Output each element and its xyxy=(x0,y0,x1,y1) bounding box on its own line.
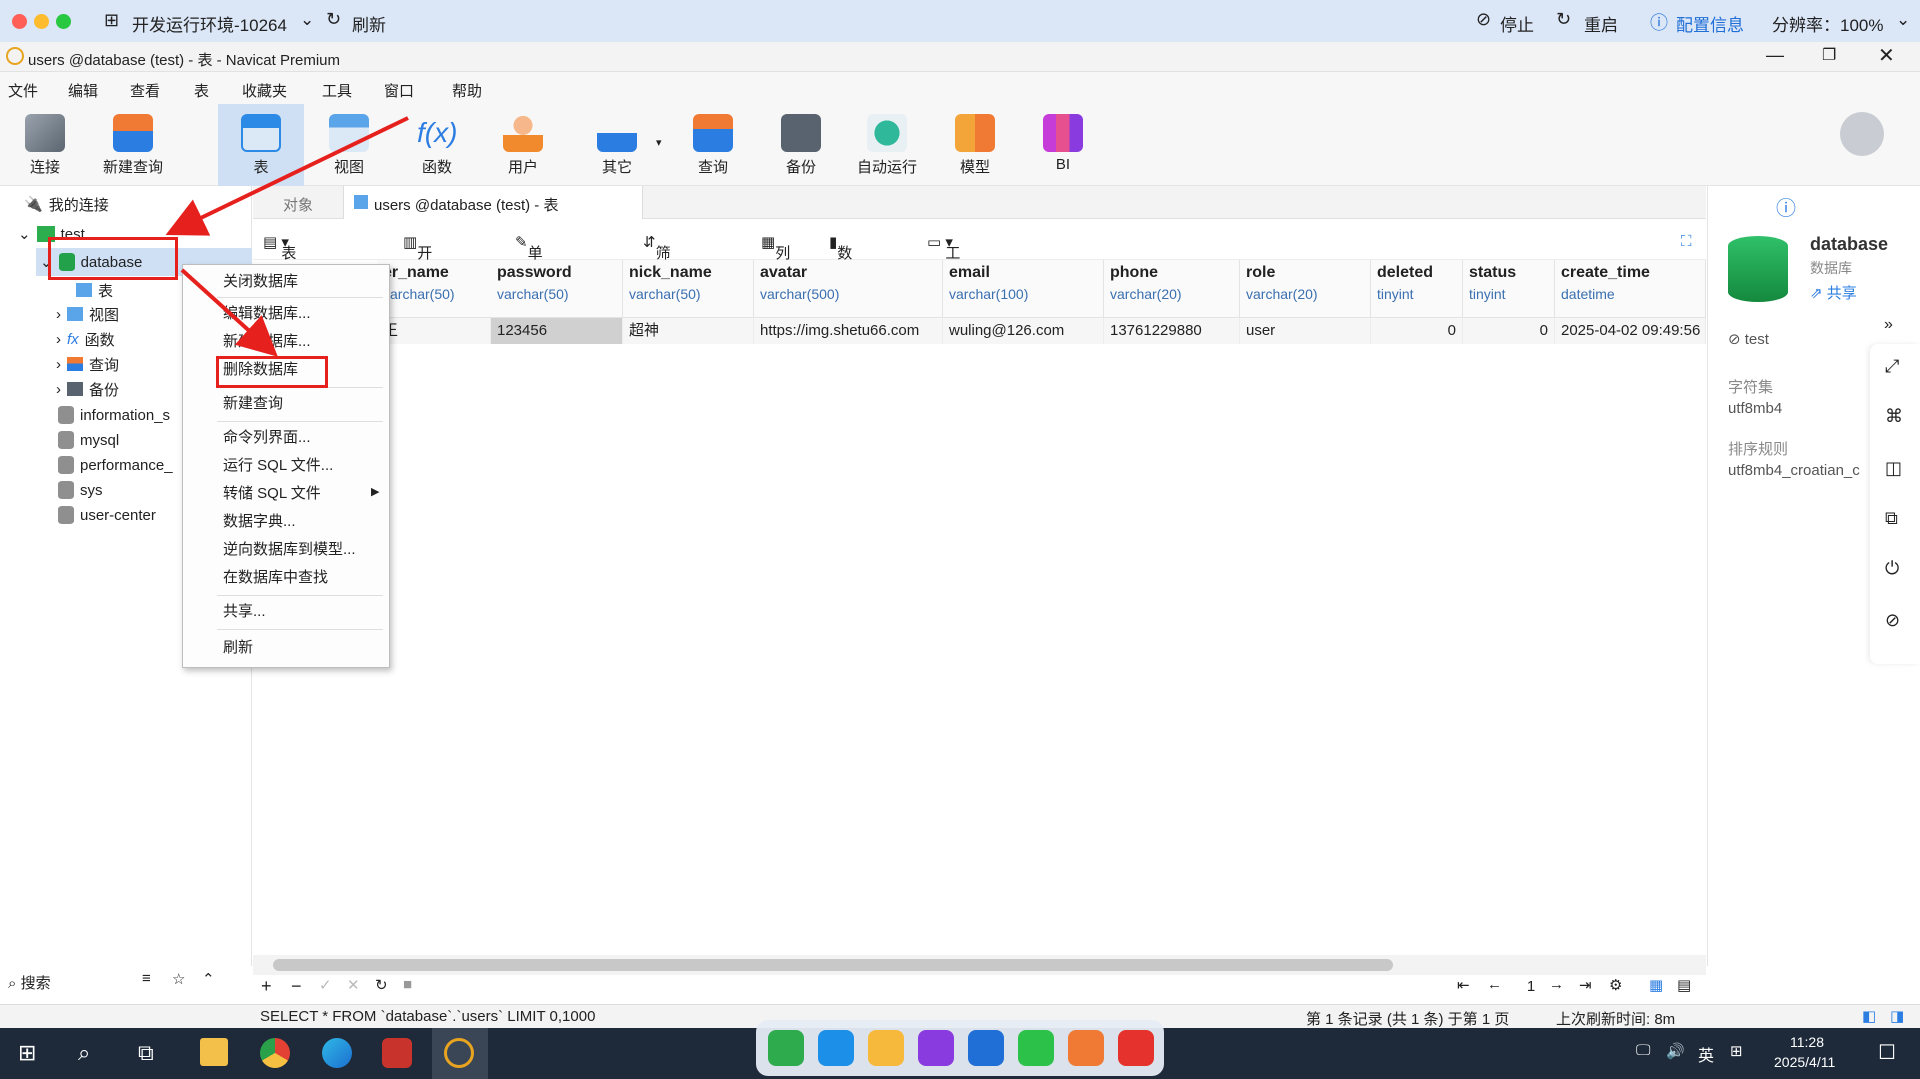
keyboard-icon[interactable]: ⊞ xyxy=(1730,1042,1743,1060)
clock-date[interactable]: 2025/4/11 xyxy=(1774,1054,1835,1070)
arrow-to-delete xyxy=(180,268,278,357)
dock-chat-icon[interactable] xyxy=(1018,1030,1054,1066)
status-sql: SELECT * FROM `database`.`users` LIMIT 0… xyxy=(260,1008,596,1025)
task-view-icon[interactable]: ⧉ xyxy=(138,1040,154,1066)
dock-settings-icon[interactable] xyxy=(1068,1030,1104,1066)
dock-app-icon[interactable] xyxy=(768,1030,804,1066)
layout-toggle-icon[interactable]: ◧ xyxy=(1862,1007,1876,1025)
network-icon[interactable]: 🖵 xyxy=(1636,1042,1650,1059)
ime-indicator[interactable]: 英 xyxy=(1698,1042,1714,1066)
volume-icon[interactable]: 🔊 xyxy=(1666,1042,1685,1060)
navicat-icon[interactable] xyxy=(444,1038,474,1068)
notification-icon[interactable]: ☐ xyxy=(1878,1040,1896,1065)
app-icon[interactable] xyxy=(382,1038,412,1068)
search-icon[interactable]: ⌕ xyxy=(78,1040,90,1066)
dock-notes-icon[interactable] xyxy=(868,1030,904,1066)
dock-power-icon[interactable] xyxy=(1118,1030,1154,1066)
status-refresh: 上次刷新时间: 8m xyxy=(1556,1011,1676,1028)
dock-book-icon[interactable] xyxy=(918,1030,954,1066)
status-records: 第 1 条记录 (共 1 条) 于第 1 页 xyxy=(1306,1011,1510,1028)
arrow-to-database xyxy=(165,116,409,236)
edge-icon[interactable] xyxy=(322,1038,352,1068)
file-explorer-icon[interactable] xyxy=(200,1038,228,1066)
layout-toggle-icon[interactable]: ◨ xyxy=(1890,1007,1904,1025)
taskbar: ⊞ ⌕ ⧉ 🖵 🔊 英 ⊞ 11:28 2025/4/11 ☐ xyxy=(0,1020,1920,1079)
annotation-arrows xyxy=(165,116,409,357)
dock-app-icon[interactable] xyxy=(818,1030,854,1066)
dock-ai-icon[interactable] xyxy=(968,1030,1004,1066)
clock-time[interactable]: 11:28 xyxy=(1790,1034,1824,1050)
dock xyxy=(756,1020,1164,1076)
chrome-icon[interactable] xyxy=(260,1038,290,1068)
start-icon[interactable]: ⊞ xyxy=(18,1040,36,1066)
